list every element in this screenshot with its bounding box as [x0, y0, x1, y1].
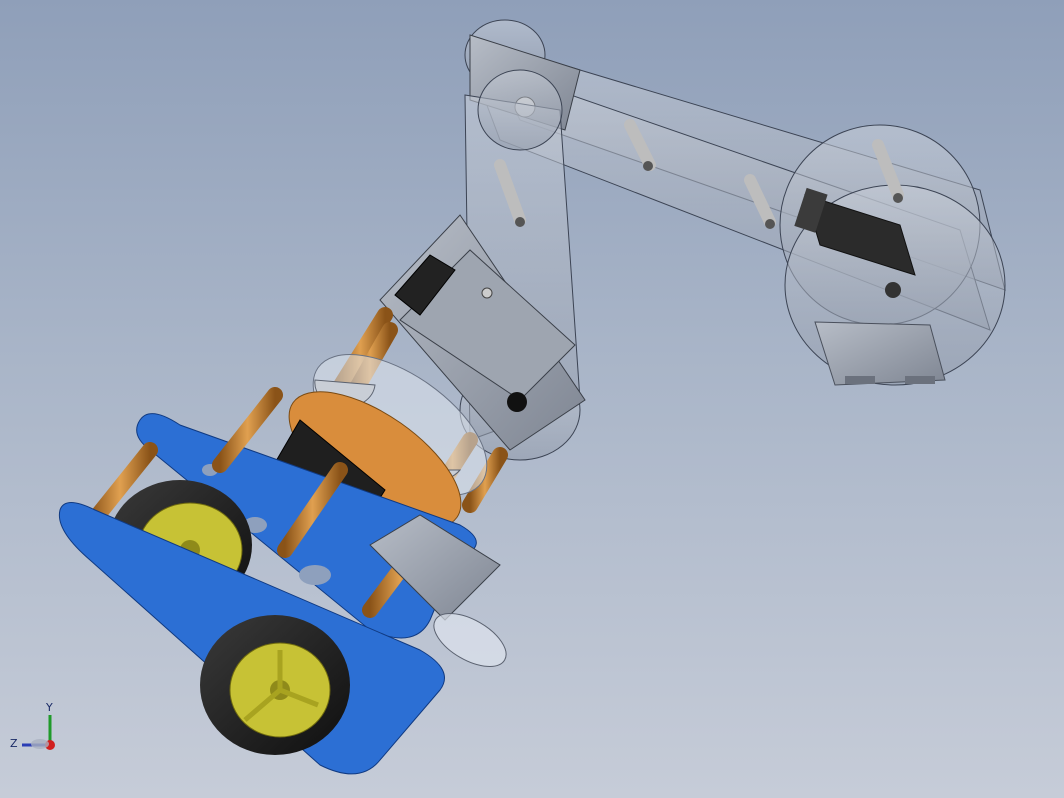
gripper-mount-plate[interactable] — [814, 321, 946, 386]
robot-model-canvas[interactable]: Y Z — [0, 0, 1064, 798]
triad-y-label: Y — [45, 701, 53, 714]
cad-viewport[interactable]: Y Z — [0, 0, 1064, 798]
triad-z-label: Z — [10, 737, 18, 750]
orientation-triad: Y Z — [10, 701, 55, 750]
front-wheel[interactable] — [200, 615, 350, 755]
